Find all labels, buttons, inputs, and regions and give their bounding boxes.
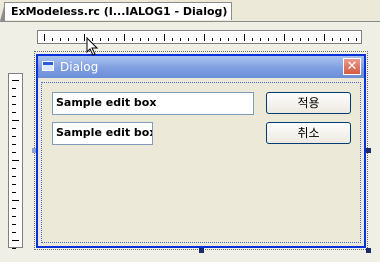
ruler-tick bbox=[308, 38, 309, 41]
ruler-tick bbox=[316, 38, 317, 41]
ruler-tick bbox=[60, 38, 61, 41]
ruler-tick bbox=[292, 38, 293, 41]
ruler-tick bbox=[12, 184, 16, 185]
ruler-tick bbox=[12, 208, 16, 209]
ruler-tick bbox=[76, 38, 77, 41]
document-tab-label: ExModeless.rc (I...IALOG1 - Dialog) bbox=[11, 5, 228, 18]
ruler-tick bbox=[268, 38, 269, 41]
document-tab-bar: ExModeless.rc (I...IALOG1 - Dialog) bbox=[0, 0, 380, 22]
ruler-tick bbox=[324, 34, 325, 41]
ruler-tick bbox=[52, 38, 53, 41]
ruler-tick bbox=[12, 168, 16, 169]
dialog-client-area: Sample edit box Sample edit box 적용 취소 bbox=[38, 78, 364, 246]
ruler-tick bbox=[148, 38, 149, 41]
ruler-tick bbox=[276, 38, 277, 41]
ruler-tick bbox=[12, 160, 19, 161]
ruler-tick bbox=[12, 224, 16, 225]
ruler-tick bbox=[12, 120, 19, 121]
ruler-tick bbox=[284, 34, 285, 41]
ruler-tick bbox=[12, 200, 19, 201]
ruler-tick bbox=[12, 144, 16, 145]
close-button[interactable]: ✕ bbox=[343, 58, 361, 75]
ruler-tick bbox=[12, 112, 16, 113]
edit-box-1[interactable]: Sample edit box bbox=[52, 92, 254, 115]
resize-handle-corner[interactable] bbox=[366, 248, 371, 253]
ruler-tick bbox=[188, 38, 189, 41]
ruler-tick bbox=[204, 34, 205, 41]
ruler-tick bbox=[140, 38, 141, 41]
ruler-tick bbox=[356, 38, 357, 41]
resize-handle-right[interactable] bbox=[366, 148, 371, 153]
ruler-tick bbox=[68, 38, 69, 41]
ruler-tick bbox=[132, 38, 133, 41]
ruler-tick bbox=[12, 216, 16, 217]
ruler-tick bbox=[164, 34, 165, 41]
ruler-tick bbox=[12, 128, 16, 129]
ruler-tick bbox=[156, 38, 157, 41]
ruler-tick bbox=[332, 38, 333, 41]
dialog-titlebar[interactable]: Dialog ✕ bbox=[38, 56, 364, 78]
dialog-window[interactable]: Dialog ✕ Sample edit box Sample edit box… bbox=[36, 54, 366, 248]
ruler-tick bbox=[12, 192, 16, 193]
ruler-tick bbox=[108, 38, 109, 41]
edit-box-2[interactable]: Sample edit box bbox=[52, 122, 153, 145]
dialog-title: Dialog bbox=[60, 60, 99, 74]
ruler-tick bbox=[340, 38, 341, 41]
vertical-ruler[interactable] bbox=[8, 73, 23, 249]
ruler-tick bbox=[228, 38, 229, 41]
ruler-tick bbox=[180, 38, 181, 41]
document-tab[interactable]: ExModeless.rc (I...IALOG1 - Dialog) bbox=[0, 2, 232, 21]
ruler-tick bbox=[84, 34, 85, 41]
ruler-tick bbox=[116, 38, 117, 41]
ruler-tick bbox=[300, 38, 301, 41]
apply-button[interactable]: 적용 bbox=[266, 92, 351, 114]
cancel-button[interactable]: 취소 bbox=[266, 122, 351, 144]
ruler-tick bbox=[124, 34, 125, 41]
ruler-tick bbox=[12, 88, 16, 89]
resize-handle-bottom[interactable] bbox=[199, 248, 204, 253]
ruler-tick bbox=[220, 38, 221, 41]
ruler-tick bbox=[12, 136, 16, 137]
ruler-tick bbox=[252, 38, 253, 41]
ruler-tick bbox=[12, 240, 19, 241]
ruler-tick bbox=[12, 96, 16, 97]
window-icon bbox=[42, 61, 54, 71]
ruler-tick bbox=[12, 152, 16, 153]
ruler-tick bbox=[12, 104, 16, 105]
ruler-tick bbox=[12, 176, 16, 177]
mouse-cursor-icon bbox=[86, 37, 99, 56]
ruler-tick bbox=[12, 80, 19, 81]
ruler-tick bbox=[244, 34, 245, 41]
ruler-tick bbox=[236, 38, 237, 41]
ruler-tick bbox=[172, 38, 173, 41]
ruler-tick bbox=[196, 38, 197, 41]
ruler-tick bbox=[260, 38, 261, 41]
ruler-tick bbox=[12, 232, 16, 233]
ruler-tick bbox=[348, 38, 349, 41]
ruler-tick bbox=[44, 34, 45, 41]
ruler-tick bbox=[100, 38, 101, 41]
ruler-tick bbox=[12, 248, 16, 249]
close-icon: ✕ bbox=[346, 59, 358, 74]
ruler-tick bbox=[212, 38, 213, 41]
